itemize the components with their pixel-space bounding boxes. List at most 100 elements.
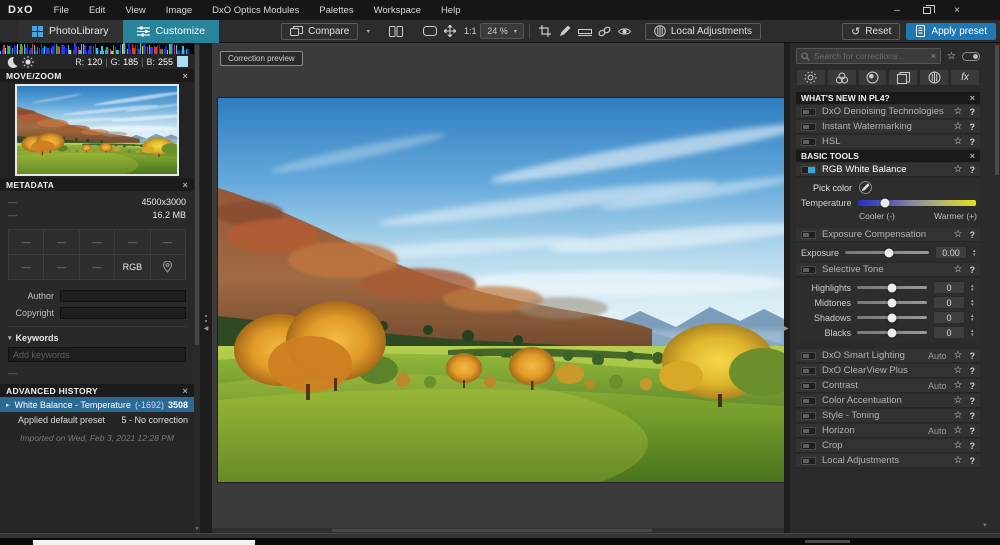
star-icon[interactable]: ☆ — [954, 136, 963, 147]
tool-toggle[interactable] — [801, 427, 816, 435]
author-input[interactable] — [60, 290, 186, 302]
crop-icon[interactable] — [535, 23, 555, 40]
exposure-stepper[interactable]: ▴▾ — [973, 249, 976, 257]
tool-toggle-on[interactable] — [801, 166, 816, 174]
close-button[interactable]: × — [944, 3, 970, 17]
tool-row-smart-lighting[interactable]: DxO Smart Lighting Auto☆? — [796, 349, 980, 363]
tool-toggle[interactable] — [801, 266, 816, 274]
tool-row-rgb-white-balance[interactable]: RGB White Balance ☆? — [796, 163, 980, 177]
help-icon[interactable]: ? — [970, 230, 976, 240]
close-icon[interactable]: × — [970, 93, 975, 103]
help-icon[interactable]: ? — [970, 122, 976, 132]
viewport-icon[interactable] — [420, 23, 440, 40]
tool-toggle[interactable] — [801, 397, 816, 405]
star-icon[interactable]: ☆ — [954, 350, 963, 361]
geolocation-cell[interactable] — [151, 255, 186, 280]
help-icon[interactable]: ? — [970, 381, 976, 391]
help-icon[interactable]: ? — [970, 396, 976, 406]
close-icon[interactable]: × — [182, 180, 188, 190]
star-icon[interactable]: ☆ — [954, 106, 963, 117]
left-collapse-handle[interactable]: ◀ — [201, 315, 211, 332]
star-icon[interactable]: ☆ — [954, 229, 963, 240]
tool-toggle[interactable] — [801, 231, 816, 239]
eyedropper-icon[interactable] — [555, 23, 575, 40]
image-canvas[interactable]: Correction preview — [212, 43, 784, 533]
help-icon[interactable]: ? — [970, 165, 976, 175]
reset-button[interactable]: ↺ Reset — [842, 23, 900, 40]
tool-toggle[interactable] — [801, 138, 816, 146]
copyright-input[interactable] — [60, 307, 186, 319]
menu-file[interactable]: File — [44, 2, 79, 19]
exposure-slider[interactable] — [845, 251, 929, 254]
stepper[interactable]: ▴▾ — [971, 299, 974, 307]
midtones-slider[interactable] — [857, 301, 927, 304]
tab-local-adjustments[interactable] — [919, 69, 949, 86]
help-icon[interactable]: ? — [970, 265, 976, 275]
menu-dxo-optics-modules[interactable]: DxO Optics Modules — [202, 2, 309, 19]
zoom-level-select[interactable]: 24 % ▾ — [480, 23, 524, 39]
highlights-slider[interactable] — [857, 286, 927, 289]
exposure-value[interactable]: 0.00 — [935, 246, 967, 259]
blacks-slider[interactable] — [857, 331, 927, 334]
tool-row-contrast[interactable]: Contrast Auto☆? — [796, 379, 980, 393]
menu-workspace[interactable]: Workspace — [364, 2, 431, 19]
help-icon[interactable]: ? — [970, 426, 976, 436]
temperature-slider[interactable] — [858, 200, 976, 206]
shadows-slider[interactable] — [857, 316, 927, 319]
star-icon[interactable]: ☆ — [954, 164, 963, 175]
tool-row-denoising[interactable]: DxO Denoising Technologies ☆? — [796, 105, 980, 119]
star-icon[interactable]: ☆ — [954, 395, 963, 406]
search-box[interactable]: × — [796, 48, 941, 64]
help-icon[interactable]: ? — [970, 366, 976, 376]
tool-row-exposure-compensation[interactable]: Exposure Compensation ☆? — [796, 228, 980, 242]
tab-detail[interactable] — [858, 69, 888, 86]
stepper[interactable]: ▴▾ — [971, 314, 974, 322]
tool-toggle[interactable] — [801, 412, 816, 420]
eye-icon[interactable] — [615, 23, 635, 40]
keywords-section-title[interactable]: ▾ Keywords — [8, 331, 186, 344]
stepper[interactable]: ▴▾ — [971, 329, 974, 337]
tool-row-color-accentuation[interactable]: Color Accentuation ☆? — [796, 394, 980, 408]
help-icon[interactable]: ? — [970, 441, 976, 451]
tool-toggle[interactable] — [801, 108, 816, 116]
tool-row-clearview[interactable]: DxO ClearView Plus ☆? — [796, 364, 980, 378]
menu-image[interactable]: Image — [156, 2, 202, 19]
star-icon[interactable]: ☆ — [954, 410, 963, 421]
tab-customize[interactable]: Customize — [123, 20, 220, 43]
tool-toggle[interactable] — [801, 382, 816, 390]
close-icon[interactable]: × — [970, 151, 975, 161]
star-icon[interactable]: ☆ — [954, 121, 963, 132]
move-icon[interactable] — [440, 23, 460, 40]
tab-effects[interactable]: fx — [950, 69, 980, 86]
link-icon[interactable] — [595, 23, 615, 40]
ratio-1-1[interactable]: 1:1 — [460, 23, 480, 40]
blacks-value[interactable]: 0 — [933, 326, 965, 339]
keywords-input[interactable] — [8, 347, 186, 362]
star-icon[interactable]: ☆ — [954, 455, 963, 466]
tool-toggle[interactable] — [801, 457, 816, 465]
tool-row-watermarking[interactable]: Instant Watermarking ☆? — [796, 120, 980, 134]
tool-row-horizon[interactable]: Horizon Auto☆? — [796, 424, 980, 438]
menu-view[interactable]: View — [115, 2, 155, 19]
tool-toggle[interactable] — [801, 123, 816, 131]
tool-row-crop[interactable]: Crop ☆? — [796, 439, 980, 453]
compare-dropdown[interactable]: ▾ — [358, 23, 378, 40]
highlights-value[interactable]: 0 — [933, 281, 965, 294]
restore-button[interactable] — [914, 3, 940, 17]
help-icon[interactable]: ? — [970, 137, 976, 147]
left-panel-collapse-gutter[interactable]: ◀ — [200, 43, 212, 533]
menu-palettes[interactable]: Palettes — [309, 2, 363, 19]
menu-edit[interactable]: Edit — [79, 2, 115, 19]
close-icon[interactable]: × — [182, 386, 188, 396]
tab-photolibrary[interactable]: PhotoLibrary — [18, 20, 123, 43]
pick-color-eyedropper[interactable] — [859, 181, 872, 194]
tool-toggle[interactable] — [801, 352, 816, 360]
help-icon[interactable]: ? — [970, 456, 976, 466]
star-icon[interactable]: ☆ — [954, 440, 963, 451]
tab-geometry[interactable] — [888, 69, 918, 86]
tool-row-local-adjustments[interactable]: Local Adjustments ☆? — [796, 454, 980, 468]
star-icon[interactable]: ☆ — [954, 380, 963, 391]
history-item[interactable]: Applied default preset 5 - No correction — [0, 412, 194, 427]
tool-row-selective-tone[interactable]: Selective Tone ☆? — [796, 263, 980, 277]
tool-toggle[interactable] — [801, 367, 816, 375]
